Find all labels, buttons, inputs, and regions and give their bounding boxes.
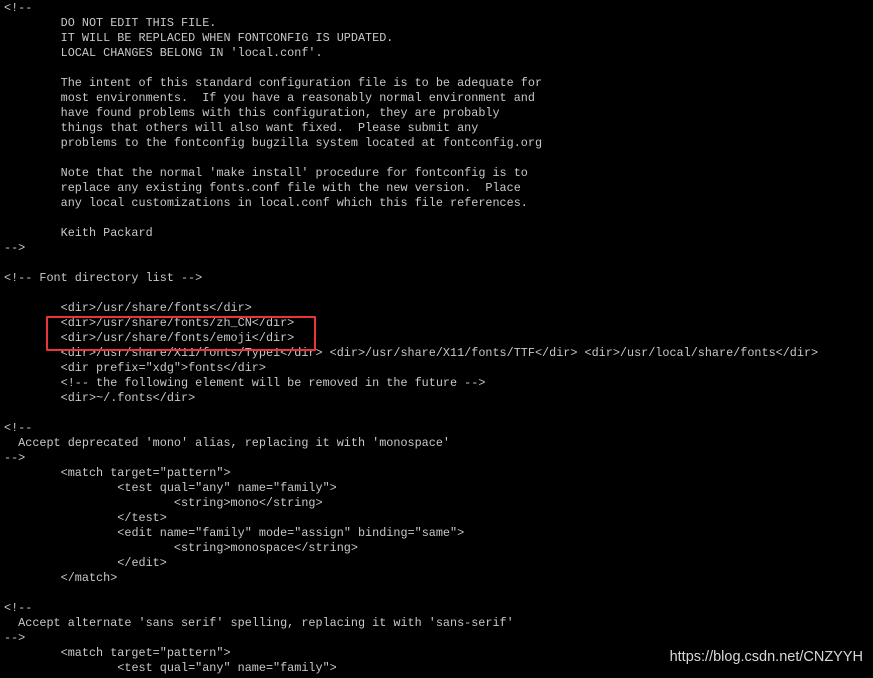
terminal-line: <string>monospace</string> [4,541,358,555]
terminal-line: <match target="pattern"> [4,466,231,480]
terminal-line: IT WILL BE REPLACED WHEN FONTCONFIG IS U… [4,31,394,45]
terminal-line: replace any existing fonts.conf file wit… [4,181,521,195]
terminal-line: <dir>/usr/share/fonts</dir> [4,301,252,315]
terminal-line: <!-- the following element will be remov… [4,376,486,390]
terminal-line: Accept alternate 'sans serif' spelling, … [4,616,514,630]
terminal-line: <dir prefix="xdg">fonts</dir> [4,361,266,375]
terminal-line: <!-- [4,1,33,15]
terminal-line: --> [4,631,26,645]
terminal-line: <!-- [4,421,33,435]
red-highlight-box [46,316,316,351]
terminal-line: LOCAL CHANGES BELONG IN 'local.conf'. [4,46,323,60]
terminal-line: <!-- Font directory list --> [4,271,203,285]
terminal-line: <dir>~/.fonts</dir> [4,391,196,405]
terminal-line: </edit> [4,556,167,570]
terminal-line: have found problems with this configurat… [4,106,500,120]
terminal-line: <!-- [4,601,33,615]
terminal-line: Note that the normal 'make install' proc… [4,166,528,180]
terminal-line: DO NOT EDIT THIS FILE. [4,16,217,30]
terminal-line: most environments. If you have a reasona… [4,91,535,105]
terminal-line: --> [4,451,26,465]
terminal-line: things that others will also want fixed.… [4,121,479,135]
terminal-line: any local customizations in local.conf w… [4,196,528,210]
terminal-line: <test qual="any" name="family"> [4,481,337,495]
terminal-line: </test> [4,511,167,525]
terminal-line: The intent of this standard configuratio… [4,76,543,90]
terminal-line: Accept deprecated 'mono' alias, replacin… [4,436,450,450]
terminal-line: </match> [4,571,118,585]
terminal-line: --> [4,241,26,255]
terminal-line: <edit name="family" mode="assign" bindin… [4,526,465,540]
terminal-line: problems to the fontconfig bugzilla syst… [4,136,543,150]
terminal-line: Keith Packard [4,226,153,240]
watermark: https://blog.csdn.net/CNZYYH [669,649,863,665]
terminal-line: <string>mono</string> [4,496,323,510]
